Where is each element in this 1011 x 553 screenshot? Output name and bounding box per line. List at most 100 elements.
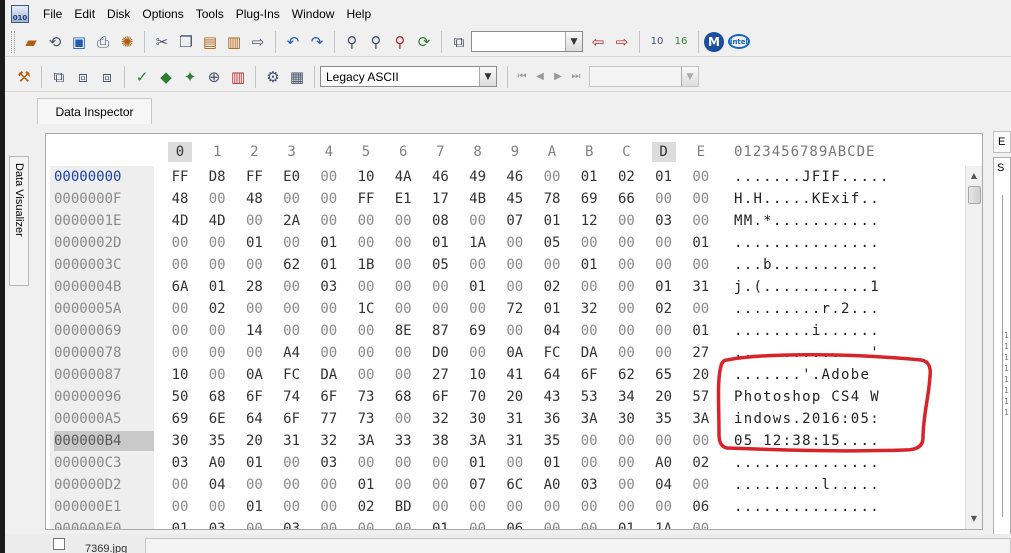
compare-left-icon[interactable]: ⧈ xyxy=(72,66,94,88)
hex-byte[interactable]: 03 xyxy=(204,518,230,529)
hex-row[interactable]: 000000C3 03 A0 01 00 03 00 00 00 01 00 01 00 00 A0 02..… xyxy=(46,452,971,474)
hex-byte[interactable]: 17 xyxy=(427,188,453,210)
copy-icon[interactable]: ❐ xyxy=(175,31,197,53)
hex-byte[interactable]: 03 xyxy=(279,518,305,529)
hex-byte[interactable]: 00 xyxy=(353,364,379,386)
hex-row[interactable]: 000000B4 30 35 20 31 32 3A 33 38 3A 31 35 00 00 00 00 05… xyxy=(46,430,971,452)
hex-byte[interactable]: 00 xyxy=(204,188,230,210)
vertical-scrollbar[interactable]: ▲ ▼ xyxy=(965,166,982,529)
hex-byte[interactable]: 50 xyxy=(167,386,193,408)
hex-byte[interactable]: 0A xyxy=(241,364,267,386)
hex-byte[interactable]: 00 xyxy=(539,496,565,518)
hex-byte[interactable]: 87 xyxy=(427,320,453,342)
hex-byte[interactable]: 4D xyxy=(204,210,230,232)
hex-byte[interactable]: 00 xyxy=(353,518,379,529)
hex-byte[interactable]: 00 xyxy=(353,276,379,298)
hex-byte[interactable]: 00 xyxy=(353,232,379,254)
ascii-text[interactable]: .......JFIF..... xyxy=(734,166,949,188)
row-address[interactable]: 000000F0 xyxy=(54,519,154,529)
hex-byte[interactable]: 6A xyxy=(167,276,193,298)
search-combo[interactable]: ▼ xyxy=(471,31,583,52)
hex-byte[interactable]: 20 xyxy=(502,386,528,408)
ascii-text[interactable]: H.H.....KExif.. xyxy=(734,188,949,210)
hex-row[interactable]: 000000D2 00 04 00 00 00 01 00 00 07 6C A0 03 00 04 00..… xyxy=(46,474,971,496)
hex-byte[interactable]: 00 xyxy=(279,320,305,342)
hex-byte[interactable]: 00 xyxy=(241,298,267,320)
hex-byte[interactable]: 00 xyxy=(576,232,602,254)
row-address[interactable]: 0000004B xyxy=(54,277,154,297)
hex-byte[interactable]: 48 xyxy=(167,188,193,210)
template-icon[interactable]: ◆ xyxy=(155,66,177,88)
hex-row[interactable]: 000000E1 00 00 01 00 00 02 BD 00 00 00 00 00 00 00 06..… xyxy=(46,496,971,518)
hex-byte[interactable]: 46 xyxy=(502,166,528,188)
ascii-text[interactable]: ............... xyxy=(734,518,949,529)
hex-byte[interactable]: 10 xyxy=(353,166,379,188)
chevron-down-icon[interactable]: ▼ xyxy=(565,32,582,51)
row-address[interactable]: 000000C3 xyxy=(54,453,154,473)
hex-byte[interactable]: 00 xyxy=(576,518,602,529)
data-visualizer-tab[interactable]: Data Visualizer xyxy=(9,156,29,286)
find-next-icon[interactable]: ⚲ xyxy=(365,31,387,53)
hex-byte[interactable]: 6F xyxy=(279,408,305,430)
hex-byte[interactable]: 04 xyxy=(539,320,565,342)
hex-byte[interactable]: 00 xyxy=(502,452,528,474)
hex-byte[interactable]: 00 xyxy=(241,474,267,496)
hex-byte[interactable]: 6F xyxy=(427,386,453,408)
hex-byte[interactable]: 01 xyxy=(539,452,565,474)
hex-byte[interactable]: A4 xyxy=(279,342,305,364)
hex-byte[interactable]: 6F xyxy=(576,364,602,386)
hex-row[interactable]: 0000005A 00 02 00 00 00 1C 00 00 00 72 01 32 00 02 00..… xyxy=(46,298,971,320)
hex-byte[interactable]: 02 xyxy=(539,276,565,298)
hex-byte[interactable]: 00 xyxy=(390,254,416,276)
hex-byte[interactable]: 49 xyxy=(465,166,491,188)
redo-icon[interactable]: ↷ xyxy=(306,31,328,53)
hex-byte[interactable]: FC xyxy=(539,342,565,364)
hex-byte[interactable]: 00 xyxy=(539,166,565,188)
gear-icon[interactable]: ⚙ xyxy=(262,66,284,88)
hex-byte[interactable]: DA xyxy=(316,364,342,386)
hex-byte[interactable]: D8 xyxy=(204,166,230,188)
hex-byte[interactable]: 00 xyxy=(167,320,193,342)
find-icon[interactable]: ⚲ xyxy=(341,31,363,53)
row-address[interactable]: 00000000 xyxy=(54,167,154,187)
hex-byte[interactable]: 02 xyxy=(204,298,230,320)
hex-byte[interactable]: 01 xyxy=(576,166,602,188)
save-icon[interactable]: ▣ xyxy=(68,31,90,53)
hex-byte[interactable]: 00 xyxy=(651,232,677,254)
scroll-down-icon[interactable]: ▼ xyxy=(966,511,982,527)
prev-icon[interactable]: ◀ xyxy=(531,67,549,87)
hex-byte[interactable]: 01 xyxy=(241,452,267,474)
hex-byte[interactable]: 00 xyxy=(427,276,453,298)
hex-row[interactable]: 00000069 00 00 14 00 00 00 8E 87 69 00 04 00 00 00 01..… xyxy=(46,320,971,342)
hex-byte[interactable]: 00 xyxy=(688,298,714,320)
hex-byte[interactable]: 53 xyxy=(576,386,602,408)
hex-byte[interactable]: 30 xyxy=(167,430,193,452)
hex-byte[interactable]: 00 xyxy=(502,276,528,298)
hex-byte[interactable]: 27 xyxy=(427,364,453,386)
hex-byte[interactable]: 4A xyxy=(390,166,416,188)
hex-byte[interactable]: 00 xyxy=(688,210,714,232)
ascii-text[interactable]: Photoshop CS4 W xyxy=(734,386,949,408)
hex-byte[interactable]: 31 xyxy=(502,430,528,452)
hex-byte[interactable]: 01 xyxy=(613,518,639,529)
hex-byte[interactable]: E0 xyxy=(279,166,305,188)
hex-byte[interactable]: 00 xyxy=(465,496,491,518)
script-icon[interactable]: ✦ xyxy=(179,66,201,88)
hex-byte[interactable]: 48 xyxy=(241,188,267,210)
hex-byte[interactable]: 10 xyxy=(465,364,491,386)
print-icon[interactable]: ⎙ xyxy=(92,31,114,53)
hex-byte[interactable]: 00 xyxy=(613,298,639,320)
hex-byte[interactable]: 06 xyxy=(688,496,714,518)
hex-byte[interactable]: 00 xyxy=(465,210,491,232)
hex-byte[interactable]: 00 xyxy=(688,254,714,276)
hex-byte[interactable]: 00 xyxy=(390,342,416,364)
hex-byte[interactable]: 00 xyxy=(613,342,639,364)
hex-byte[interactable]: 38 xyxy=(427,430,453,452)
hex-byte[interactable]: 62 xyxy=(279,254,305,276)
hex-byte[interactable]: 1A xyxy=(651,518,677,529)
hex-mode-icon[interactable]: 16 xyxy=(670,31,692,53)
hex-row[interactable]: 00000078 00 00 00 A4 00 00 00 D0 00 0A FC DA 00 00 27..… xyxy=(46,342,971,364)
hex-row[interactable]: 000000A5 69 6E 64 6F 77 73 00 32 30 31 36 3A 30 35 3A in… xyxy=(46,408,971,430)
hex-byte[interactable]: 30 xyxy=(465,408,491,430)
hex-byte[interactable]: 2A xyxy=(279,210,305,232)
